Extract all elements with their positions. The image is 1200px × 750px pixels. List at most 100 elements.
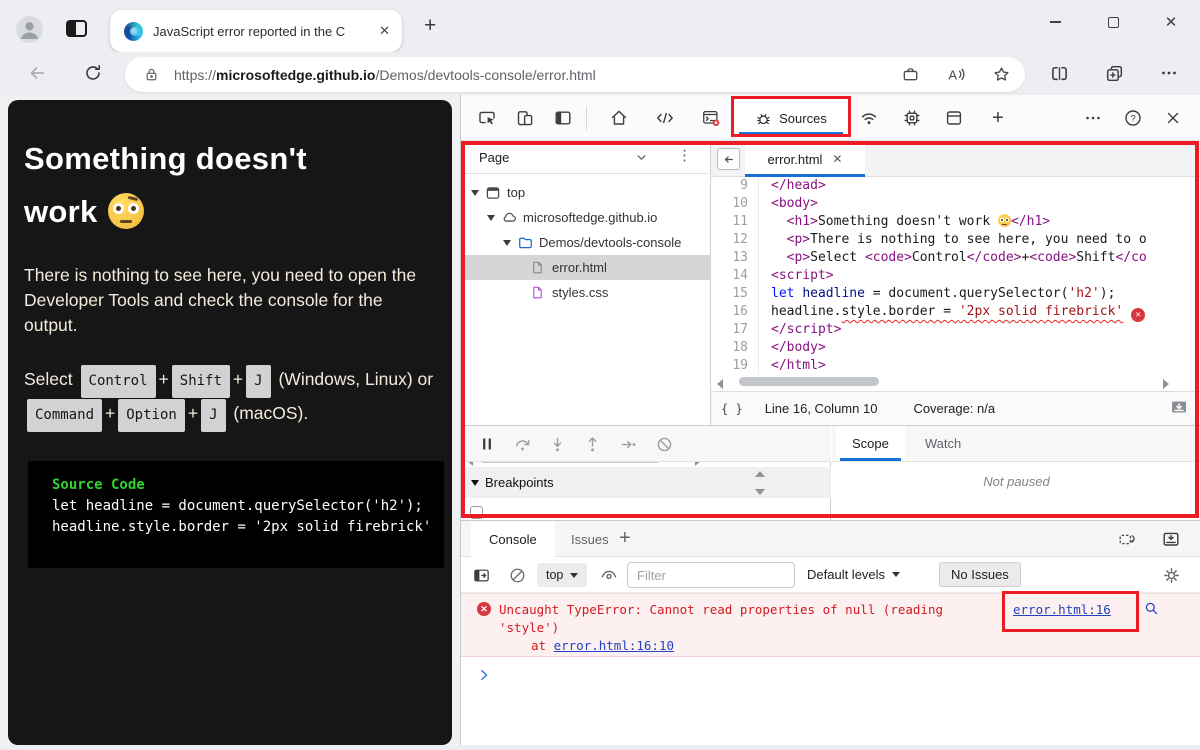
devtools-menu-icon[interactable]: [1083, 108, 1103, 128]
tree-item-top[interactable]: top: [461, 180, 711, 205]
refresh-icon[interactable]: [80, 60, 106, 86]
url-bar[interactable]: https://microsoftedge.github.io/Demos/de…: [125, 57, 1025, 92]
read-aloud-icon[interactable]: A: [946, 65, 966, 85]
tab-console[interactable]: Console: [471, 521, 555, 557]
code-editor-lines[interactable]: 9</head>10<body>11 <h1>Something doesn't…: [711, 177, 1200, 375]
window-close-button[interactable]: ✕: [1142, 0, 1200, 44]
console-prompt-chevron-icon[interactable]: [477, 667, 493, 688]
line-number[interactable]: 9: [711, 177, 759, 195]
editor-horizontal-scrollbar[interactable]: [739, 377, 879, 386]
new-tab-button[interactable]: +: [424, 18, 436, 34]
line-number[interactable]: 11: [711, 213, 759, 231]
workspaces-icon[interactable]: [66, 20, 87, 37]
code-line-11[interactable]: 11 <h1>Something doesn't work </h1>: [711, 213, 1200, 231]
log-levels-dropdown[interactable]: Default levels: [807, 567, 900, 582]
step-over-icon[interactable]: [512, 434, 532, 454]
tab-watch[interactable]: Watch: [909, 426, 977, 461]
code-line-14[interactable]: 14<script>: [711, 267, 1200, 285]
tree-item-styles-css[interactable]: styles.css: [461, 280, 711, 305]
pause-on-exceptions-checkbox[interactable]: [470, 506, 483, 519]
code-line-16[interactable]: 16headline.style.border = '2px solid fir…: [711, 303, 1200, 321]
favorite-star-icon[interactable]: [992, 65, 1011, 84]
elements-panel-icon[interactable]: [655, 108, 675, 128]
console-sidebar-icon[interactable]: [471, 565, 491, 585]
help-icon[interactable]: ?: [1123, 108, 1143, 128]
editor-scroll-right-arrow[interactable]: [1163, 379, 1169, 389]
console-tooling-icon[interactable]: [1117, 529, 1137, 549]
editor-tab-close-icon[interactable]: ✕: [832, 152, 842, 166]
editor-scroll-left-arrow[interactable]: [717, 379, 723, 389]
console-settings-gear-icon[interactable]: [1161, 565, 1181, 585]
line-number[interactable]: 18: [711, 339, 759, 357]
pause-script-icon[interactable]: [477, 434, 497, 454]
collections-icon[interactable]: [1101, 60, 1127, 86]
expand-caret-icon[interactable]: [503, 240, 511, 246]
breakpoints-section-header[interactable]: Breakpoints: [461, 467, 831, 498]
no-issues-button[interactable]: No Issues: [939, 562, 1021, 587]
tree-item-demos-devtools-console[interactable]: Demos/devtools-console: [461, 230, 711, 255]
editor-tab-error-html[interactable]: error.html ✕: [745, 141, 865, 177]
line-number[interactable]: 15: [711, 285, 759, 303]
devtools-close-icon[interactable]: [1163, 108, 1183, 128]
pretty-print-icon[interactable]: { }: [721, 402, 743, 416]
line-number[interactable]: 19: [711, 357, 759, 375]
line-number[interactable]: 16: [711, 303, 759, 321]
device-emulation-icon[interactable]: [515, 108, 535, 128]
step-icon[interactable]: [618, 434, 638, 454]
code-line-9[interactable]: 9</head>: [711, 177, 1200, 195]
clear-console-icon[interactable]: [507, 565, 527, 585]
inline-error-icon[interactable]: ✕: [1131, 308, 1145, 322]
error-source-link[interactable]: error.html:16: [1013, 602, 1111, 617]
more-tools-plus-icon[interactable]: +: [988, 108, 1008, 128]
activity-bar-icon[interactable]: [553, 108, 573, 128]
console-panel-icon[interactable]: [701, 108, 721, 128]
live-expression-eye-icon[interactable]: [599, 565, 619, 585]
profile-avatar[interactable]: [16, 16, 43, 43]
split-screen-icon[interactable]: [1046, 60, 1072, 86]
step-into-icon[interactable]: [547, 434, 567, 454]
line-number[interactable]: 10: [711, 195, 759, 213]
download-icon[interactable]: [1169, 397, 1189, 420]
welcome-home-icon[interactable]: [609, 108, 629, 128]
tab-close-icon[interactable]: ✕: [379, 23, 390, 39]
code-line-10[interactable]: 10<body>: [711, 195, 1200, 213]
window-minimize-button[interactable]: [1026, 0, 1084, 44]
breakpoints-scroll-up[interactable]: [755, 471, 765, 477]
deactivate-breakpoints-icon[interactable]: [654, 434, 674, 454]
console-context-selector[interactable]: top: [537, 563, 587, 587]
code-line-19[interactable]: 19</html>: [711, 357, 1200, 375]
tree-item-error-html[interactable]: error.html: [461, 255, 711, 280]
code-line-13[interactable]: 13 <p>Select <code>Control</code>+<code>…: [711, 249, 1200, 267]
window-maximize-button[interactable]: [1084, 0, 1142, 44]
stack-link[interactable]: error.html:16:10: [554, 638, 674, 653]
add-drawer-tab-icon[interactable]: +: [619, 527, 631, 550]
line-number[interactable]: 12: [711, 231, 759, 249]
breakpoints-scroll-down[interactable]: [755, 489, 765, 495]
code-line-17[interactable]: 17</script>: [711, 321, 1200, 339]
chevron-down-icon[interactable]: [633, 149, 650, 169]
line-number[interactable]: 14: [711, 267, 759, 285]
console-filter-input[interactable]: [627, 562, 795, 588]
tree-item-microsoftedge-github-io[interactable]: microsoftedge.github.io: [461, 205, 711, 230]
navigator-tab-page[interactable]: Page: [479, 150, 509, 165]
performance-panel-icon[interactable]: [902, 108, 922, 128]
navigator-menu-icon[interactable]: ⋮: [677, 146, 693, 164]
search-magnifier-icon[interactable]: [1143, 600, 1160, 620]
code-line-15[interactable]: 15let headline = document.querySelector(…: [711, 285, 1200, 303]
line-number[interactable]: 13: [711, 249, 759, 267]
line-number[interactable]: 17: [711, 321, 759, 339]
application-panel-icon[interactable]: [944, 108, 964, 128]
back-icon[interactable]: [24, 60, 50, 86]
browser-menu-icon[interactable]: [1156, 60, 1182, 86]
tab-scope[interactable]: Scope: [836, 426, 905, 461]
tab-sources[interactable]: Sources: [735, 100, 847, 136]
browser-tab[interactable]: JavaScript error reported in the C ✕: [110, 10, 402, 52]
editor-back-icon[interactable]: [717, 148, 740, 170]
code-line-18[interactable]: 18</body>: [711, 339, 1200, 357]
step-out-icon[interactable]: [582, 434, 602, 454]
expand-caret-icon[interactable]: [487, 215, 495, 221]
expand-caret-icon[interactable]: [471, 190, 479, 196]
work-profile-icon[interactable]: [901, 65, 920, 84]
hide-console-drawer-icon[interactable]: [1161, 529, 1181, 549]
inspect-element-icon[interactable]: [477, 108, 497, 128]
